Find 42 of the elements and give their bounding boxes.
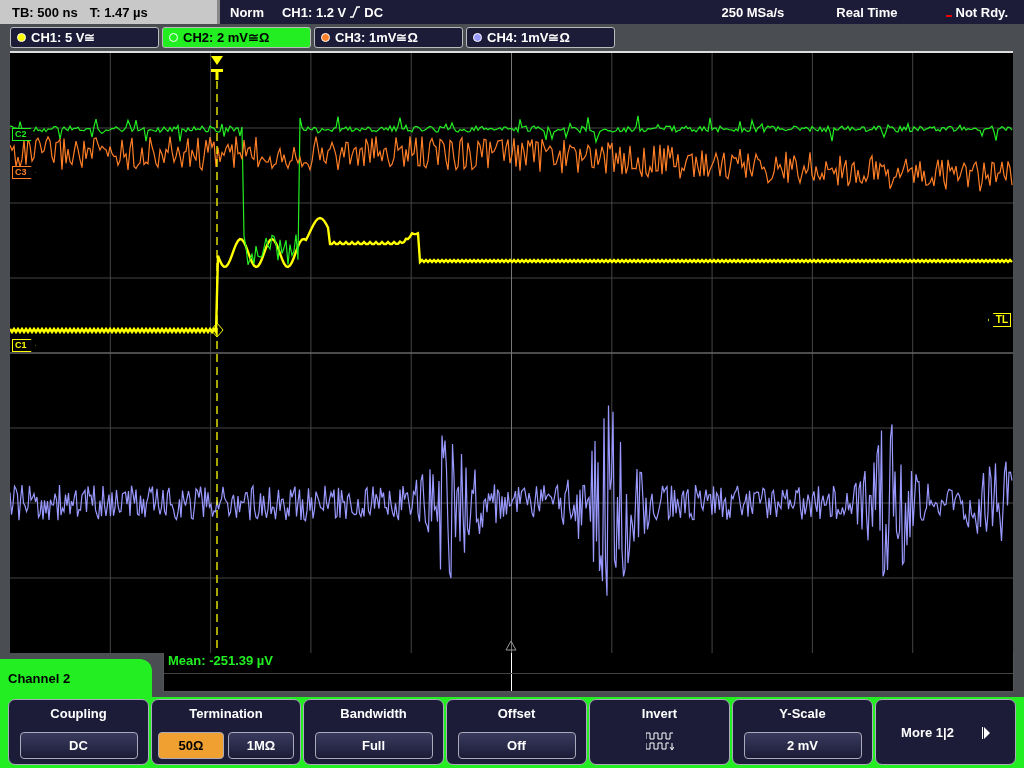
invert-pulse-icon[interactable] <box>645 731 674 751</box>
softkey-label: Bandwidth <box>340 706 407 721</box>
softkey-label: Offset <box>497 706 536 721</box>
channel-tab[interactable]: CH1: 5 V≅ <box>10 27 159 48</box>
option-button[interactable]: 50Ω <box>158 732 224 759</box>
rising-edge-icon <box>350 6 361 18</box>
acquisition-state: Not Rdy. <box>955 4 1008 20</box>
softkey-value-button[interactable]: Full <box>314 732 433 759</box>
channel-tab[interactable]: CH2: 2 mV≅Ω <box>162 27 311 48</box>
softkey-label: Invert <box>641 706 678 721</box>
softkey-label: Coupling <box>50 706 107 721</box>
timebase-readout: TB: 500 ns <box>12 4 78 20</box>
softkey-label: Termination <box>189 706 263 721</box>
softkey-label: More 1|2 <box>901 725 954 740</box>
softkey-label: Y-Scale <box>779 706 826 721</box>
channel-tab-label: CH1: 5 V≅ <box>31 30 96 45</box>
trigger-mode: Norm <box>230 4 264 20</box>
option-button[interactable]: 1MΩ <box>228 732 294 759</box>
marker-label: C2 <box>15 129 27 139</box>
play-arrow-icon <box>981 726 990 739</box>
trigger-level-marker: TL <box>987 313 1011 327</box>
softkey-value-button[interactable]: Off <box>457 732 576 759</box>
softkey-value-button[interactable]: DC <box>19 732 138 759</box>
trigger-position-icon <box>211 56 223 80</box>
marker-label: C3 <box>15 167 27 177</box>
channel-tab-label: CH2: 2 mV≅Ω <box>183 30 270 45</box>
trigger-coupling: DC <box>364 4 384 20</box>
channel-tab[interactable]: CH4: 1mV≅Ω <box>466 27 615 48</box>
center-marker-icon <box>505 640 517 651</box>
marker-label: C1 <box>15 340 27 350</box>
trigger-time-readout: T: 1.47 µs <box>89 4 148 20</box>
channel-tab[interactable]: CH3: 1mV≅Ω <box>314 27 463 48</box>
menu-title: Channel 2 <box>0 659 152 697</box>
measurement-readout: Mean: -251.39 µV <box>167 653 274 668</box>
channel-tab-label: CH4: 1mV≅Ω <box>487 30 570 45</box>
sample-rate: 250 MSa/s <box>721 4 785 20</box>
trigger-level-readout: CH1: 1.2 V <box>281 4 347 20</box>
channel-tab-label: CH3: 1mV≅Ω <box>335 30 418 45</box>
softkey-value-button[interactable]: 2 mV <box>743 732 862 759</box>
acquisition-mode: Real Time <box>836 4 898 20</box>
more-softkey[interactable]: More 1|2 <box>875 699 1016 765</box>
trigger-point-icon <box>210 322 224 338</box>
